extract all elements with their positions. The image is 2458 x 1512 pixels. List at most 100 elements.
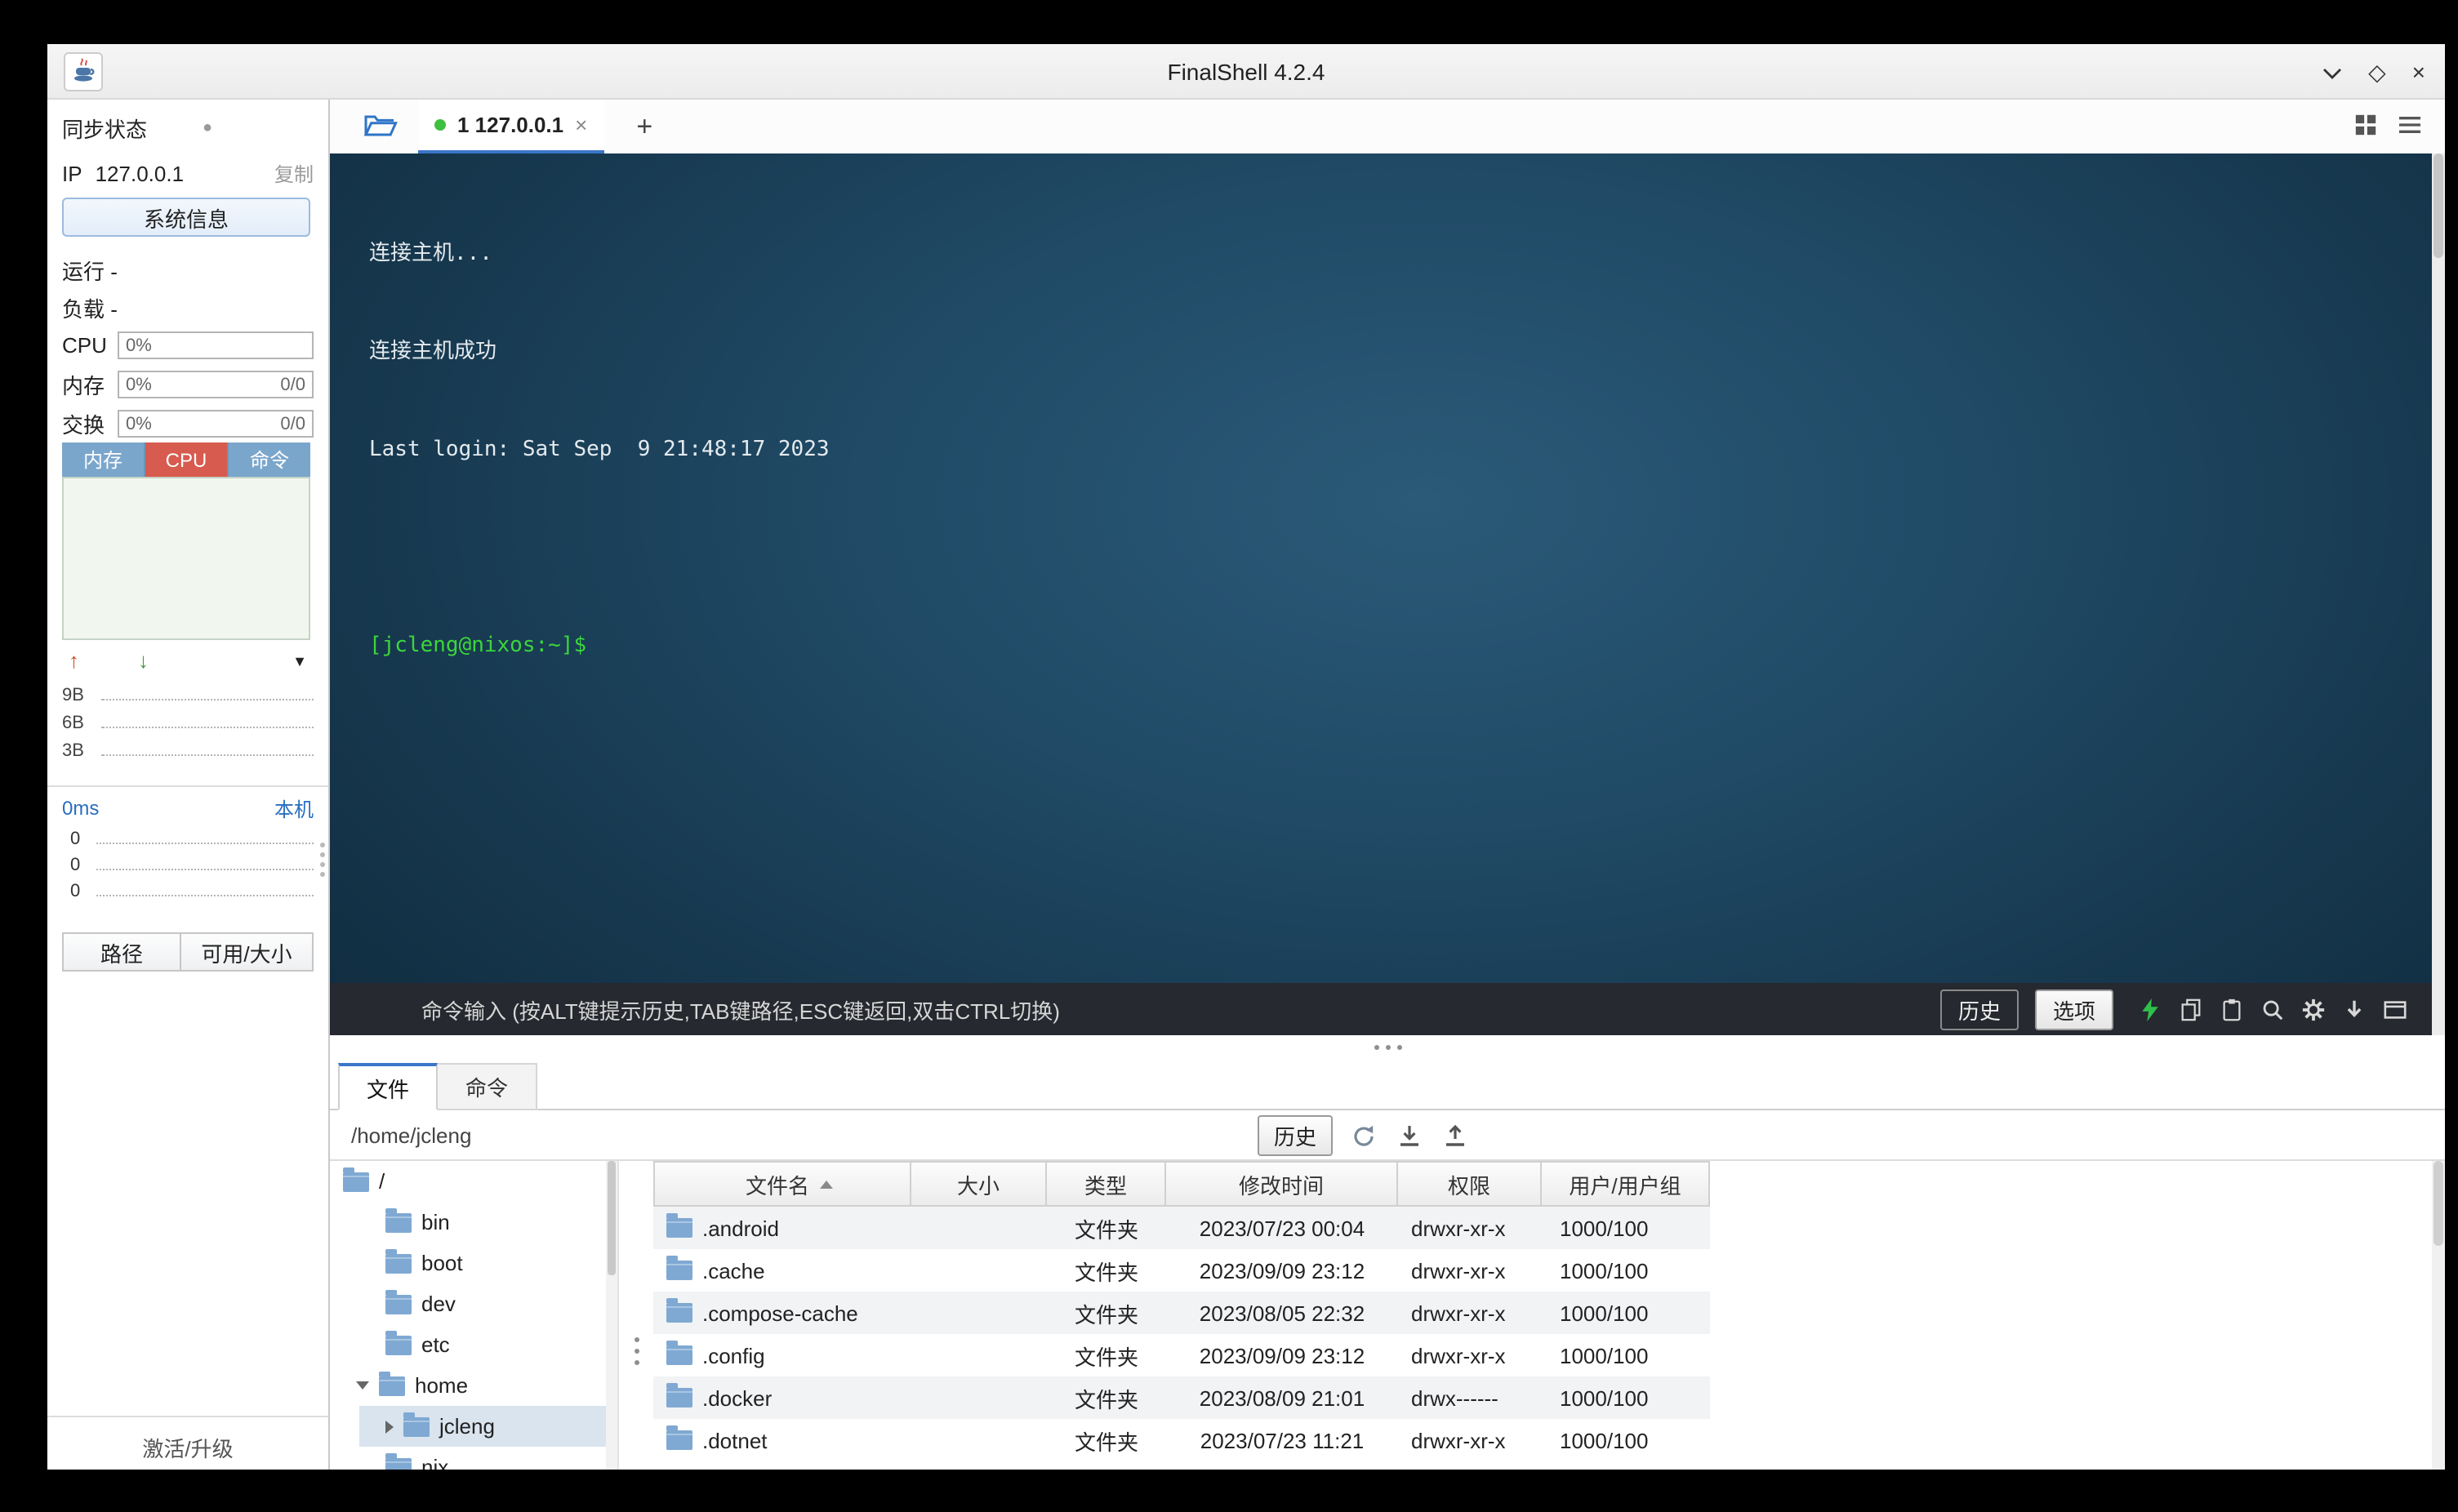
system-info-button[interactable]: 系统信息 xyxy=(62,198,310,237)
download-icon[interactable] xyxy=(1395,1121,1424,1150)
copy-ip-link[interactable]: 复制 xyxy=(274,159,314,187)
tab-files[interactable]: 文件 xyxy=(338,1063,438,1110)
column-header-size[interactable]: 大小 xyxy=(911,1161,1047,1207)
window-mode-icon[interactable] xyxy=(2381,995,2409,1023)
folder-icon xyxy=(385,1294,412,1314)
memory-meter-bar: 0% 0/0 xyxy=(118,371,314,398)
table-row[interactable]: .android 文件夹 2023/07/23 00:04 drwxr-xr-x… xyxy=(653,1207,1710,1249)
tab-commands[interactable]: 命令 xyxy=(438,1063,537,1110)
open-folder-icon xyxy=(363,110,399,143)
swap-percent: 0% xyxy=(126,414,152,434)
command-options-button[interactable]: 选项 xyxy=(2035,989,2113,1029)
minimize-icon[interactable] xyxy=(2322,60,2342,83)
chevron-right-icon[interactable] xyxy=(385,1420,394,1433)
path-column-header[interactable]: 路径 xyxy=(62,932,180,972)
table-row[interactable]: .config 文件夹 2023/09/09 23:12 drwxr-xr-x … xyxy=(653,1334,1710,1376)
refresh-icon[interactable] xyxy=(1349,1121,1378,1150)
column-header-mtime[interactable]: 修改时间 xyxy=(1166,1161,1398,1207)
paste-icon[interactable] xyxy=(2218,995,2246,1023)
maximize-icon[interactable]: ◇ xyxy=(2368,60,2386,83)
folder-icon xyxy=(666,1261,692,1280)
swap-ratio: 0/0 xyxy=(280,414,305,434)
search-icon[interactable] xyxy=(2259,995,2287,1023)
file-table-header: 文件名 大小 类型 修改时间 权限 用户/用户组 xyxy=(653,1161,1710,1207)
folder-icon xyxy=(666,1345,692,1365)
folder-icon xyxy=(385,1253,412,1273)
sidebar-splitter-handle[interactable] xyxy=(320,843,327,877)
scroll-down-icon[interactable] xyxy=(2340,995,2368,1023)
table-row[interactable]: .dotnet 文件夹 2023/07/23 11:21 drwxr-xr-x … xyxy=(653,1419,1710,1461)
folder-icon xyxy=(666,1430,692,1450)
copy-icon[interactable] xyxy=(2177,995,2205,1023)
terminal-screen[interactable]: 连接主机... 连接主机成功 Last login: Sat Sep 9 21:… xyxy=(330,153,2432,983)
folder-icon xyxy=(385,1212,412,1232)
tree-item-dev[interactable]: dev xyxy=(330,1283,617,1324)
upload-icon[interactable] xyxy=(1441,1121,1470,1150)
chevron-down-icon[interactable] xyxy=(356,1381,369,1390)
session-tab[interactable]: 1 127.0.0.1 × xyxy=(418,100,603,153)
cpu-meter-bar: 0% xyxy=(118,331,314,359)
file-area-scrollbar[interactable] xyxy=(2432,1161,2445,1470)
tree-item-etc[interactable]: etc xyxy=(330,1324,617,1365)
panel-splitter-handle[interactable] xyxy=(330,1035,2445,1061)
file-tree: / bin boot dev xyxy=(330,1161,617,1470)
quick-command-bolt-icon[interactable] xyxy=(2136,995,2164,1023)
folder-icon xyxy=(666,1388,692,1407)
ip-label: IP xyxy=(62,161,82,185)
new-tab-button[interactable]: + xyxy=(626,110,662,143)
command-input-placeholder: 命令输入 (按ALT键提示历史,TAB键路径,ESC键返回,双击CTRL切换) xyxy=(421,994,1060,1025)
table-row[interactable]: .docker 文件夹 2023/08/09 21:01 drwx------ … xyxy=(653,1376,1710,1419)
terminal-line: Last login: Sat Sep 9 21:48:17 2023 xyxy=(369,434,2432,467)
tree-item-root[interactable]: / xyxy=(330,1161,617,1202)
tree-item-boot[interactable]: boot xyxy=(330,1243,617,1283)
command-history-button[interactable]: 历史 xyxy=(1940,989,2019,1029)
titlebar: FinalShell 4.2.4 ◇ × xyxy=(47,44,2445,100)
swap-meter-label: 交换 xyxy=(62,408,118,439)
monitor-chart xyxy=(62,477,310,640)
avail-size-column-header[interactable]: 可用/大小 xyxy=(180,932,314,972)
tree-item-jcleng[interactable]: jcleng xyxy=(359,1406,617,1447)
path-history-button[interactable]: 历史 xyxy=(1258,1115,1333,1156)
menu-icon[interactable] xyxy=(2398,113,2422,140)
terminal-line: 连接主机成功 xyxy=(369,336,2432,369)
run-status-label: 运行 - xyxy=(62,254,118,285)
cpu-percent: 0% xyxy=(126,336,152,355)
file-path-bar: /home/jcleng 历史 xyxy=(330,1110,2445,1161)
monitor-tab-memory[interactable]: 内存 xyxy=(62,442,145,477)
settings-gear-icon[interactable] xyxy=(2300,995,2327,1023)
net-dropdown-icon[interactable]: ▼ xyxy=(292,652,307,669)
ping-value: 0ms xyxy=(62,797,99,820)
folder-icon xyxy=(385,1457,412,1470)
tree-table-splitter-handle[interactable] xyxy=(617,1161,653,1470)
sidebar: 同步状态 ● IP 127.0.0.1 复制 系统信息 运行 - 负载 - CP… xyxy=(47,100,330,1470)
folder-icon xyxy=(343,1172,369,1191)
memory-ratio: 0/0 xyxy=(280,375,305,394)
layout-grid-icon[interactable] xyxy=(2353,112,2378,141)
terminal-scrollbar[interactable] xyxy=(2432,153,2445,1035)
column-header-filename[interactable]: 文件名 xyxy=(653,1161,911,1207)
monitor-tab-command[interactable]: 命令 xyxy=(229,442,310,477)
ping-target-link[interactable]: 本机 xyxy=(274,794,314,822)
table-row[interactable]: .cache 文件夹 2023/09/09 23:12 drwxr-xr-x 1… xyxy=(653,1249,1710,1292)
table-row[interactable]: .compose-cache 文件夹 2023/08/05 22:32 drwx… xyxy=(653,1292,1710,1334)
column-header-permissions[interactable]: 权限 xyxy=(1398,1161,1542,1207)
monitor-tab-cpu[interactable]: CPU xyxy=(145,442,229,477)
column-header-type[interactable]: 类型 xyxy=(1047,1161,1166,1207)
tree-item-nix[interactable]: nix xyxy=(330,1447,617,1470)
folder-icon xyxy=(385,1335,412,1354)
connection-manager-button[interactable] xyxy=(356,107,405,146)
tree-scrollbar[interactable] xyxy=(606,1161,617,1470)
command-input-bar[interactable]: 命令输入 (按ALT键提示历史,TAB键路径,ESC键返回,双击CTRL切换) … xyxy=(330,983,2432,1035)
current-path[interactable]: /home/jcleng xyxy=(351,1123,471,1147)
ping-row-value: 0 xyxy=(70,857,96,875)
tree-item-home[interactable]: home xyxy=(330,1365,617,1406)
folder-icon xyxy=(403,1416,430,1436)
tab-close-icon[interactable]: × xyxy=(575,113,587,137)
activate-upgrade-link[interactable]: 激活/升级 xyxy=(47,1432,328,1463)
session-tabstrip: 1 127.0.0.1 × + xyxy=(330,100,2445,153)
close-icon[interactable]: × xyxy=(2412,60,2425,83)
column-header-owner[interactable]: 用户/用户组 xyxy=(1542,1161,1710,1207)
ping-row-value: 0 xyxy=(70,883,96,901)
tree-item-bin[interactable]: bin xyxy=(330,1202,617,1243)
file-table: 文件名 大小 类型 修改时间 权限 用户/用户组 .android xyxy=(653,1161,2445,1470)
